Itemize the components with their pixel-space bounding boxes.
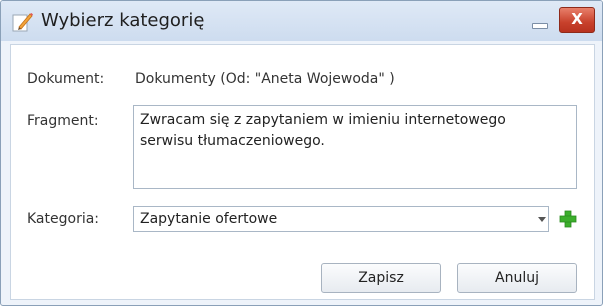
- category-select[interactable]: Zapytanie ofertowe: [133, 206, 549, 232]
- document-label: Dokument:: [27, 71, 105, 87]
- save-button[interactable]: Zapisz: [321, 263, 441, 293]
- dialog-titlebar[interactable]: Wybierz kategorię X: [1, 1, 602, 41]
- category-select-value: Zapytanie ofertowe: [140, 211, 278, 227]
- category-dialog: Wybierz kategorię X Dokument: Dokumenty …: [0, 0, 603, 306]
- fragment-textarea[interactable]: Zwracam się z zapytaniem w imieniu inter…: [133, 105, 577, 189]
- pencil-edit-icon: [12, 13, 33, 32]
- document-value: Dokumenty (Od: "Aneta Wojewoda" ): [135, 71, 395, 87]
- fragment-label: Fragment:: [27, 113, 99, 129]
- chevron-down-icon[interactable]: [532, 209, 552, 229]
- category-label: Kategoria:: [27, 211, 100, 227]
- cancel-button[interactable]: Anuluj: [457, 263, 577, 293]
- dialog-title: Wybierz kategorię: [41, 10, 205, 31]
- close-button[interactable]: X: [559, 7, 595, 33]
- plus-icon[interactable]: [557, 208, 579, 230]
- dialog-content: Dokument: Dokumenty (Od: "Aneta Wojewoda…: [10, 44, 595, 300]
- minimize-button[interactable]: [528, 11, 550, 29]
